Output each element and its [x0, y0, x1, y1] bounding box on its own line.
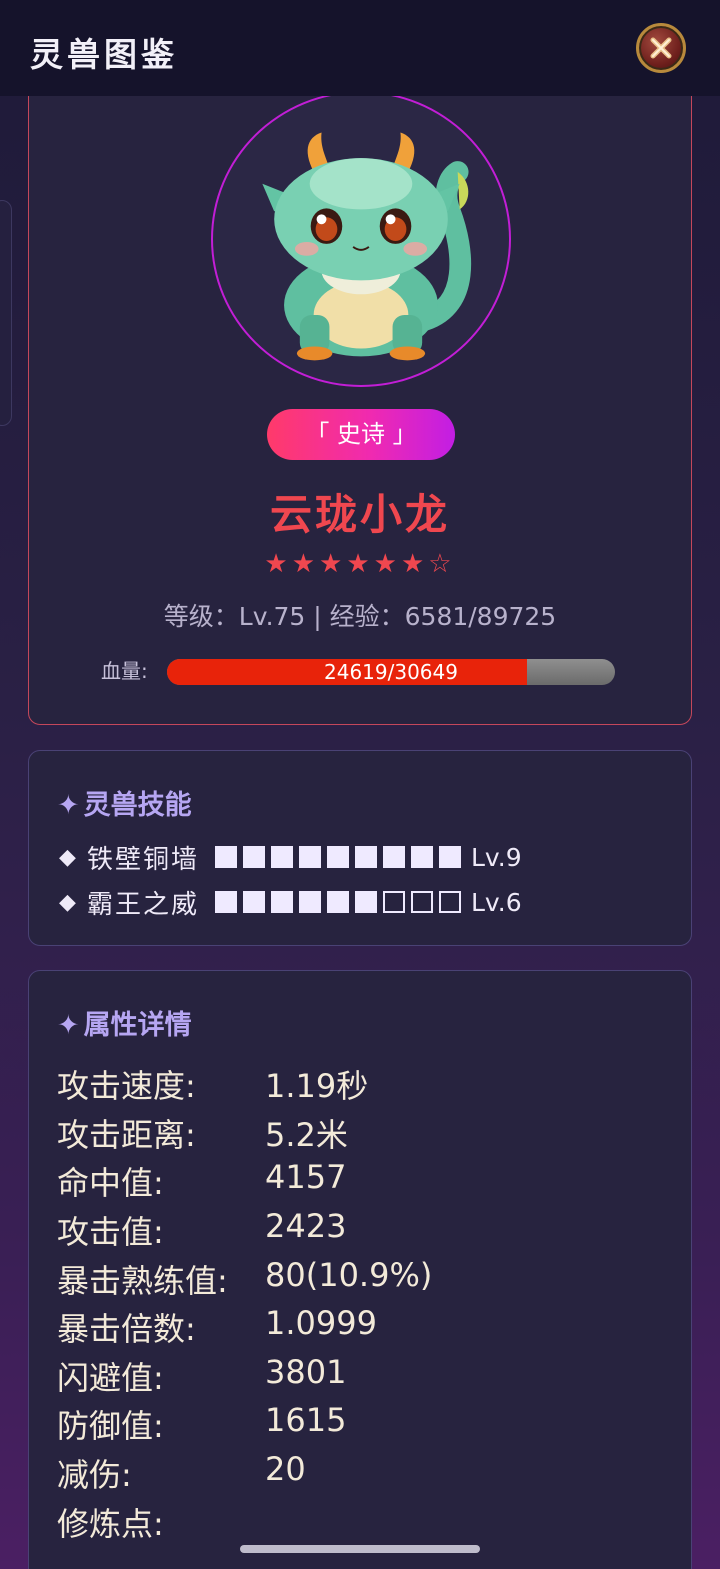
- attribute-value: 1.0999: [265, 1304, 377, 1342]
- skill-level-pips: [215, 846, 461, 868]
- attribute-value: 80(10.9%): [265, 1256, 433, 1294]
- attributes-section-title: ✦ 属性详情: [57, 1003, 192, 1042]
- dragon-portrait-image: [262, 132, 472, 361]
- skill-pip-empty: [383, 891, 405, 913]
- attributes-title-text: 属性详情: [83, 1010, 192, 1041]
- hp-value: 24619/30649: [324, 660, 458, 684]
- skill-pip-filled: [327, 846, 349, 868]
- attribute-row: 攻击速度: 1.19秒: [57, 1061, 657, 1107]
- skill-name: 霸王之威: [87, 889, 200, 920]
- attribute-value: 5.2米: [265, 1116, 348, 1154]
- sparkle-icon: ✦: [57, 1010, 80, 1041]
- home-indicator[interactable]: [240, 1545, 480, 1553]
- attribute-row: 暴击熟练值: 80(10.9%): [57, 1256, 657, 1302]
- skill-pip-filled: [215, 891, 237, 913]
- attribute-label: 防御值:: [57, 1407, 164, 1445]
- rarity-badge: 「 史诗 」: [267, 409, 455, 460]
- attribute-label: 暴击熟练值:: [57, 1262, 228, 1300]
- attribute-label: 闪避值:: [57, 1359, 164, 1397]
- attribute-value: 1615: [265, 1401, 347, 1439]
- attribute-value: 3801: [265, 1353, 347, 1391]
- skills-title-text: 灵兽技能: [83, 790, 192, 821]
- level-experience-text: 等级：Lv.75 | 经验：6581/89725: [163, 602, 557, 631]
- attribute-value: 2423: [265, 1207, 347, 1245]
- attribute-value: 4157: [265, 1158, 347, 1196]
- attributes-card: ✦ 属性详情 攻击速度: 1.19秒 攻击距离: 5.2米 命中值: 4157 攻…: [28, 970, 692, 1569]
- close-button[interactable]: [636, 23, 686, 73]
- attribute-row: 闪避值: 3801: [57, 1353, 657, 1399]
- skill-pip-filled: [215, 846, 237, 868]
- hp-label: 血量:: [101, 659, 148, 683]
- skill-row[interactable]: ◆ 铁壁铜墙 Lv.9: [59, 839, 522, 875]
- attribute-label: 命中值:: [57, 1164, 164, 1202]
- side-drawer-handle[interactable]: [0, 200, 12, 426]
- skill-pip-filled: [299, 891, 321, 913]
- skill-level-pips: [215, 891, 461, 913]
- attribute-row: 修炼点:: [57, 1499, 657, 1545]
- page-title: 灵兽图鉴: [30, 35, 178, 74]
- attribute-value: 20: [265, 1450, 306, 1488]
- skill-level: Lv.9: [471, 842, 522, 872]
- skill-level: Lv.6: [471, 887, 522, 917]
- skill-pip-filled: [383, 846, 405, 868]
- skill-pip-filled: [355, 846, 377, 868]
- attribute-value: 1.19秒: [265, 1067, 369, 1105]
- attribute-label: 攻击距离:: [57, 1116, 196, 1154]
- skill-row[interactable]: ◆ 霸王之威 Lv.6: [59, 884, 522, 920]
- attribute-label: 减伤:: [57, 1456, 132, 1494]
- skill-name: 铁壁铜墙: [87, 844, 200, 875]
- sparkle-icon: ✦: [57, 790, 80, 821]
- skills-section-title: ✦ 灵兽技能: [57, 783, 192, 822]
- skill-pip-empty: [411, 891, 433, 913]
- attribute-row: 攻击距离: 5.2米: [57, 1110, 657, 1156]
- attribute-row: 防御值: 1615: [57, 1401, 657, 1447]
- pet-avatar: [211, 91, 511, 387]
- attribute-label: 攻击速度:: [57, 1067, 196, 1105]
- skill-pip-filled: [271, 891, 293, 913]
- skills-card: ✦ 灵兽技能 ◆ 铁壁铜墙 Lv.9 ◆ 霸王之威 Lv.6: [28, 750, 692, 946]
- attribute-row: 攻击值: 2423: [57, 1207, 657, 1253]
- skill-pip-filled: [439, 846, 461, 868]
- hp-bar: 24619/30649: [167, 659, 615, 685]
- diamond-bullet-icon: ◆: [59, 889, 76, 915]
- attribute-row: 暴击倍数: 1.0999: [57, 1304, 657, 1350]
- attribute-label: 修炼点:: [57, 1505, 164, 1543]
- skill-pip-filled: [327, 891, 349, 913]
- attribute-label: 攻击值:: [57, 1213, 164, 1251]
- skill-pip-filled: [243, 846, 265, 868]
- skill-pip-filled: [299, 846, 321, 868]
- attribute-label: 暴击倍数:: [57, 1310, 196, 1348]
- skill-pip-filled: [355, 891, 377, 913]
- skill-pip-filled: [243, 891, 265, 913]
- attribute-row: 减伤: 20: [57, 1450, 657, 1496]
- top-bar: 灵兽图鉴: [0, 0, 720, 96]
- skill-pip-empty: [439, 891, 461, 913]
- attribute-row: 命中值: 4157: [57, 1158, 657, 1204]
- pet-summary-card: 「 史诗 」 云珑小龙 ★★★★★★☆ 等级：Lv.75 | 经验：6581/8…: [28, 60, 692, 725]
- skill-pip-filled: [271, 846, 293, 868]
- skill-pip-filled: [411, 846, 433, 868]
- pet-name: 云珑小龙: [269, 490, 450, 539]
- close-icon: [650, 37, 672, 59]
- star-rating: ★★★★★★☆: [264, 549, 456, 579]
- diamond-bullet-icon: ◆: [59, 844, 76, 870]
